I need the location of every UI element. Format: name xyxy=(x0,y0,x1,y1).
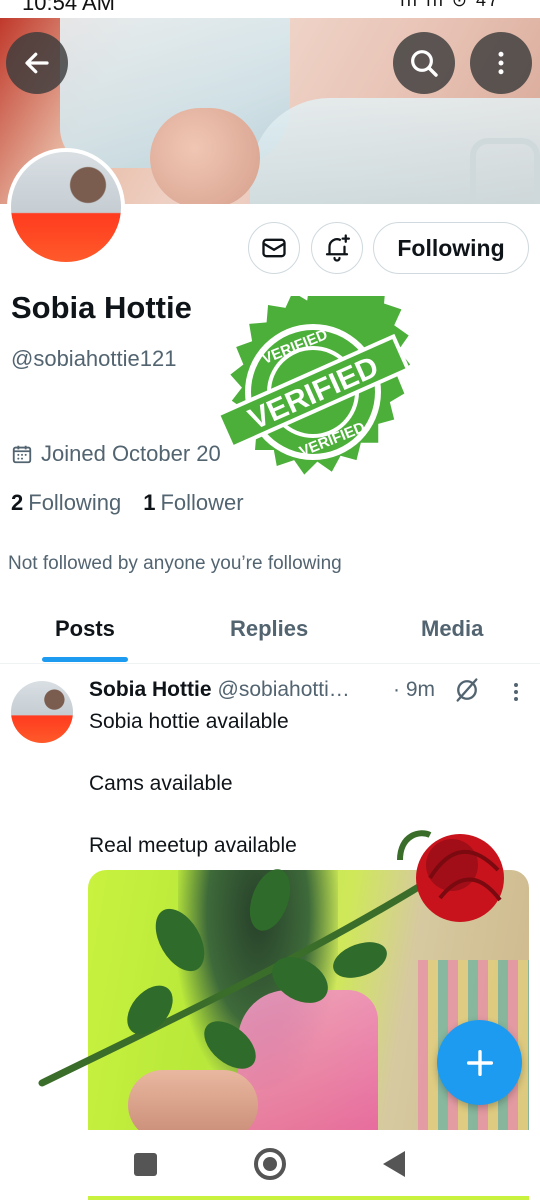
banner-image-part xyxy=(470,138,540,204)
grok-icon[interactable] xyxy=(453,676,481,704)
mail-icon xyxy=(262,238,286,258)
home-icon xyxy=(263,1157,277,1171)
plus-icon xyxy=(466,1049,493,1076)
post-avatar[interactable] xyxy=(11,681,73,743)
followers-label: Follower xyxy=(160,490,244,515)
verified-stamp-graphic: VERIFIED VERIFIED VERIFIED xyxy=(215,296,411,475)
not-followed-notice: Not followed by anyone you’re following xyxy=(8,553,342,574)
status-time: 10:54 AM xyxy=(22,0,115,15)
tab-replies[interactable]: Replies xyxy=(230,616,308,642)
calendar-icon xyxy=(12,445,32,464)
recent-apps-button[interactable] xyxy=(134,1153,157,1176)
post-author-name[interactable]: Sobia Hottie xyxy=(89,678,212,701)
system-navigation-bar xyxy=(0,1130,540,1200)
system-back-button[interactable] xyxy=(383,1151,405,1177)
following-button[interactable]: Following xyxy=(373,222,529,274)
profile-name: Sobia Hottie xyxy=(11,290,192,325)
status-indicators: ıll ıll ⊙ 47 xyxy=(399,0,500,10)
media-image-part xyxy=(238,990,378,1130)
status-bar: 10:54 AM ıll ıll ⊙ 47 xyxy=(0,0,540,18)
post-more-icon[interactable] xyxy=(506,680,526,704)
home-button[interactable] xyxy=(254,1148,286,1180)
post-text-line: Cams available xyxy=(89,772,233,795)
more-options-button[interactable] xyxy=(470,32,532,94)
compose-post-button[interactable] xyxy=(437,1020,522,1105)
tab-posts[interactable]: Posts xyxy=(55,616,115,642)
arrow-left-icon xyxy=(25,52,49,74)
post-timestamp[interactable]: · 9m xyxy=(393,678,435,702)
profile-tabs: Posts Replies Media xyxy=(0,600,540,664)
joined-date: Joined October 20 xyxy=(11,441,221,467)
back-button[interactable] xyxy=(6,32,68,94)
post-text-line: Sobia hottie available xyxy=(89,710,289,733)
message-button[interactable] xyxy=(248,222,300,274)
search-button[interactable] xyxy=(393,32,455,94)
notifications-button[interactable] xyxy=(311,222,363,274)
profile-handle: @sobiahottie121 xyxy=(11,346,177,371)
avatar-image xyxy=(11,681,73,743)
following-count: 2 xyxy=(11,490,24,515)
bell-plus-icon xyxy=(325,234,350,262)
media-peek-strip xyxy=(88,1196,529,1200)
tab-media[interactable]: Media xyxy=(421,616,483,642)
joined-text: Joined October 20 xyxy=(41,441,221,466)
avatar-image xyxy=(11,152,121,262)
post-author-handle[interactable]: @sobiahotti… xyxy=(218,678,350,701)
search-icon xyxy=(411,50,438,77)
followers-count-link[interactable]: 1 Follower xyxy=(143,490,243,516)
active-tab-indicator xyxy=(42,657,128,662)
banner-image-part xyxy=(150,108,260,204)
followers-count: 1 xyxy=(143,490,156,515)
media-image-part xyxy=(128,1070,258,1130)
more-vertical-icon xyxy=(498,51,504,75)
following-label: Following xyxy=(28,490,122,515)
profile-avatar[interactable] xyxy=(7,148,125,266)
following-count-link[interactable]: 2 Following xyxy=(11,490,121,516)
post-text-line: Real meetup available xyxy=(89,834,297,857)
follow-counts: 2 Following 1 Follower xyxy=(11,490,244,516)
